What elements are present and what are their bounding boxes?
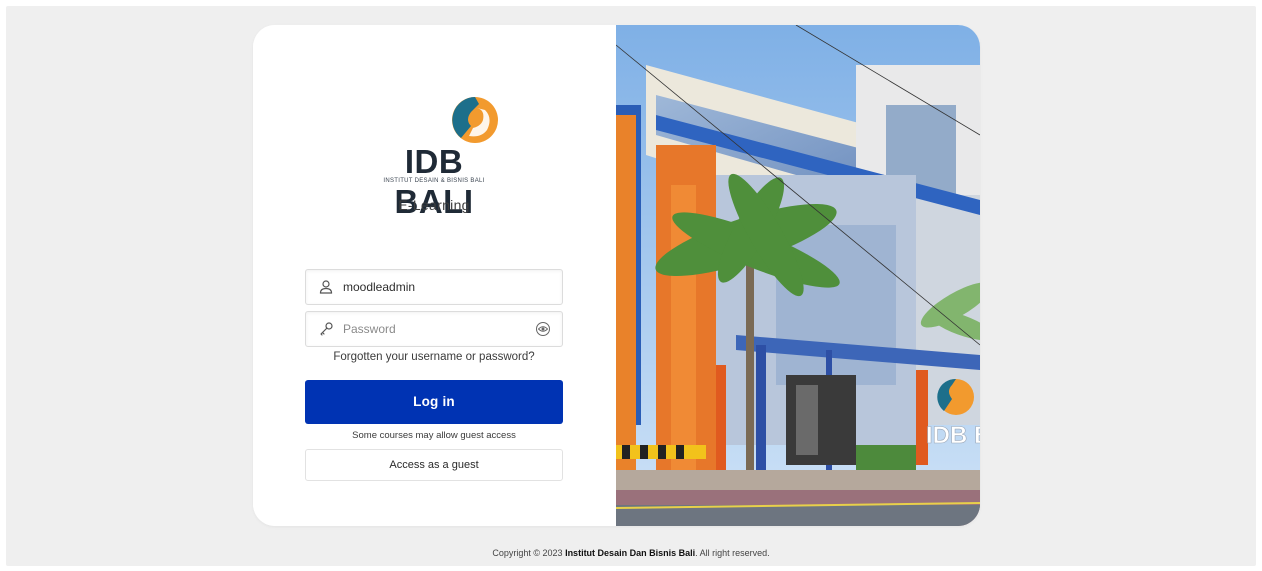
guest-access-button[interactable]: Access as a guest [305, 449, 563, 481]
building-sign-text: IDB BALI [926, 422, 980, 449]
campus-building-illustration: IDB BALI [616, 25, 980, 526]
app-name: E-Learning [398, 197, 470, 213]
user-icon [319, 280, 333, 294]
idb-logo-icon [452, 97, 498, 143]
login-panel: IDB BALI INSTITUT DESAIN & BISNIS BALI E… [253, 25, 616, 526]
forgot-password-link[interactable]: Forgotten your username or password? [305, 351, 563, 363]
login-button[interactable]: Log in [305, 380, 563, 424]
username-value: moodleadmin [343, 280, 416, 294]
guest-access-note: Some courses may allow guest access [352, 430, 516, 441]
password-placeholder: Password [343, 322, 396, 336]
username-field[interactable]: moodleadmin [305, 269, 563, 305]
footer-prefix: Copyright © 2023 [492, 548, 566, 558]
password-field[interactable]: Password [305, 311, 563, 347]
login-card: IDB BALI INSTITUT DESAIN & BISNIS BALI E… [253, 25, 980, 526]
eye-icon[interactable] [535, 321, 551, 337]
brand-subtitle: INSTITUT DESAIN & BISNIS BALI [383, 178, 485, 184]
footer-org: Institut Desain Dan Bisnis Bali [565, 548, 696, 558]
key-icon [320, 322, 333, 336]
footer-copyright: Copyright © 2023 Institut Desain Dan Bis… [0, 548, 1262, 558]
campus-photo: IDB BALI [616, 25, 980, 526]
footer-suffix: . All right reserved. [695, 548, 770, 558]
